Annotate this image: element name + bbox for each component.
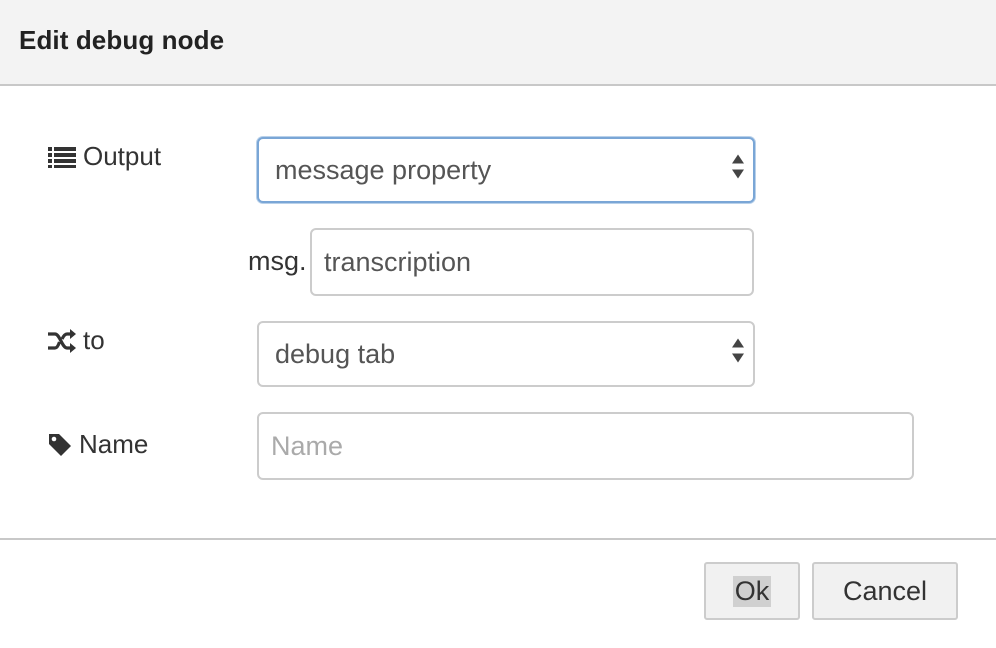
footer-divider [0, 538, 996, 540]
cancel-button[interactable]: Cancel [812, 562, 958, 620]
output-label-text: Output [83, 141, 162, 171]
output-select-value: message property [275, 154, 492, 185]
dialog-title: Edit debug node [19, 25, 225, 55]
ok-button[interactable]: Ok [704, 562, 800, 620]
property-input[interactable] [310, 228, 754, 296]
to-label: to [48, 325, 105, 356]
cancel-button-label: Cancel [842, 575, 928, 606]
to-select-value: debug tab [275, 338, 396, 369]
select-arrows-icon [731, 337, 745, 372]
to-select[interactable]: debug tab [257, 321, 755, 387]
random-icon [48, 328, 76, 353]
edit-debug-node-dialog: Edit debug node Output message property [0, 0, 996, 648]
name-label: Name [48, 429, 148, 460]
to-label-text: to [83, 325, 105, 355]
ok-button-label: Ok [732, 575, 772, 607]
list-icon [48, 146, 76, 168]
name-input[interactable] [257, 412, 914, 480]
tag-icon [48, 433, 72, 457]
select-arrows-icon [731, 153, 745, 188]
dialog-titlebar: Edit debug node [0, 0, 996, 86]
output-select[interactable]: message property [257, 137, 755, 203]
name-label-text: Name [79, 429, 149, 459]
msg-prefix: msg. [248, 246, 307, 276]
output-label: Output [48, 141, 161, 172]
